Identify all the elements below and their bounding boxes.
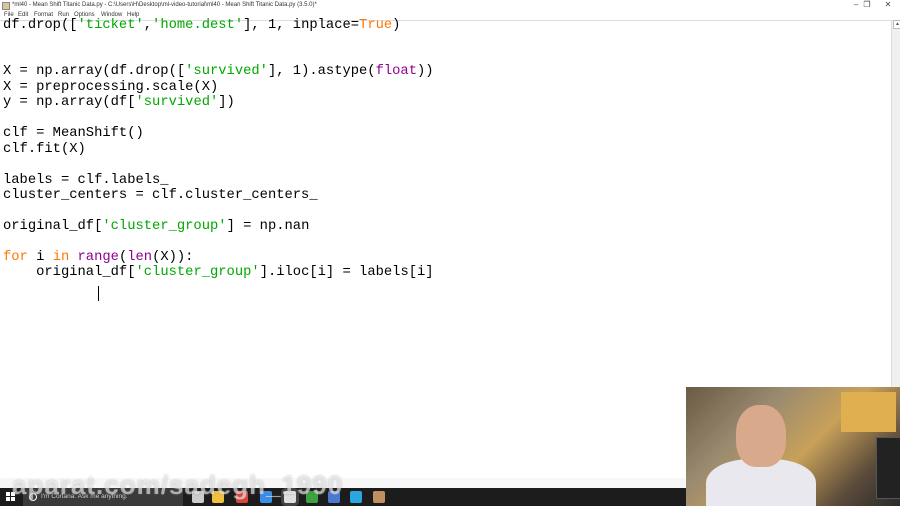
code-line[interactable]: clf = MeanShift()	[3, 126, 144, 142]
text-cursor	[98, 286, 99, 301]
close-button[interactable]: ✕	[878, 0, 898, 9]
scroll-up-arrow-icon[interactable]: ▲	[893, 20, 900, 29]
string-token: 'home.dest'	[152, 18, 244, 33]
code-token: ], 1).astype(	[267, 64, 376, 80]
string-token: 'ticket'	[77, 18, 144, 33]
builtin-token: len	[127, 249, 153, 265]
webcam-background-shelf	[841, 392, 896, 432]
webcam-overlay	[686, 387, 900, 506]
code-token: ].iloc[i] = labels[i]	[259, 265, 434, 281]
code-line[interactable]: original_df['cluster_group'].iloc[i] = l…	[3, 265, 434, 281]
python-file-icon	[2, 2, 10, 10]
code-token: ))	[417, 64, 434, 80]
code-token: df.drop([	[3, 18, 78, 33]
string-token: 'cluster_group'	[102, 218, 227, 234]
code-token: X = preprocessing.scale(X)	[3, 79, 219, 95]
webcam-person-face	[736, 405, 786, 467]
code-token: labels = clf.labels_	[3, 172, 169, 188]
builtin-token: range	[77, 249, 119, 265]
code-token: original_df[	[3, 265, 136, 281]
keyword-token: for	[3, 249, 28, 265]
code-line[interactable]: labels = clf.labels_	[3, 173, 169, 189]
code-token: cluster_centers = clf.cluster_centers_	[3, 187, 318, 203]
code-token: (X)):	[152, 249, 194, 265]
keyword-token: True	[359, 18, 393, 33]
code-token: )	[392, 18, 401, 33]
code-line[interactable]: df.drop(['ticket','home.dest'], 1, inpla…	[3, 18, 400, 34]
code-line[interactable]: clf.fit(X)	[3, 142, 86, 158]
maximize-button[interactable]: ❐	[857, 0, 877, 9]
code-token: ], 1, inplace=	[243, 18, 360, 33]
code-line[interactable]: for i in range(len(X)):	[3, 250, 193, 266]
webcam-monitor	[876, 437, 900, 499]
code-token: i	[27, 249, 53, 265]
code-line[interactable]: cluster_centers = clf.cluster_centers_	[3, 188, 318, 204]
code-token: X = np.array(df.drop([	[3, 64, 186, 80]
code-token: y = np.array(df[	[3, 95, 136, 111]
title-bar: *ml40 - Mean Shift Titanic Data.py - C:\…	[0, 0, 900, 11]
code-token: (	[118, 249, 128, 265]
code-line[interactable]: X = np.array(df.drop(['survived'], 1).as…	[3, 64, 434, 80]
watermark: aparat.com/sadegh_1990	[12, 470, 344, 500]
builtin-token: float	[375, 64, 417, 80]
code-token: ])	[218, 95, 235, 111]
code-line[interactable]: X = preprocessing.scale(X)	[3, 80, 218, 96]
code-token: ,	[143, 18, 153, 33]
string-token: 'survived'	[135, 95, 219, 111]
code-token: ] = np.nan	[226, 218, 310, 234]
code-token: clf = MeanShift()	[3, 126, 144, 142]
app-blue-outline-icon[interactable]	[350, 491, 362, 503]
code-token: clf.fit(X)	[3, 141, 86, 157]
window-title: *ml40 - Mean Shift Titanic Data.py - C:\…	[12, 2, 317, 8]
code-line[interactable]: original_df['cluster_group'] = np.nan	[3, 219, 309, 235]
string-token: 'cluster_group'	[135, 265, 260, 281]
app-brown-icon[interactable]	[373, 491, 385, 503]
code-line[interactable]: y = np.array(df['survived'])	[3, 95, 235, 111]
keyword-token: in	[52, 249, 70, 265]
code-token: original_df[	[3, 218, 103, 234]
string-token: 'survived'	[185, 64, 268, 80]
